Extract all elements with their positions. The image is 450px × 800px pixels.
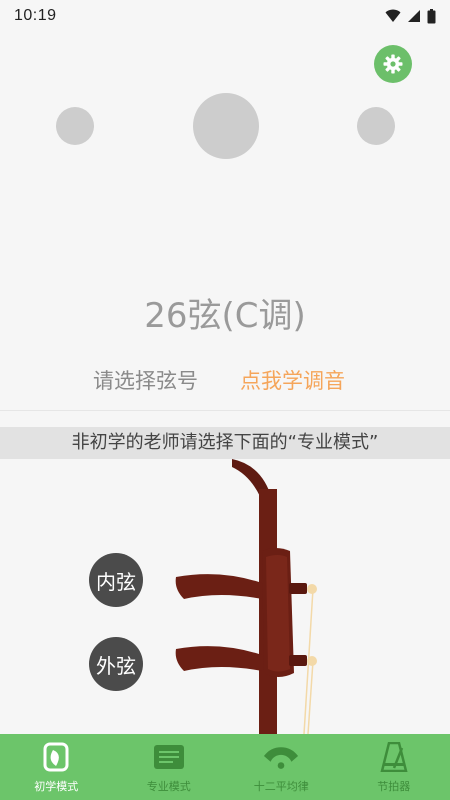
status-icons: [385, 8, 436, 24]
in-tune-indicator: [193, 93, 259, 159]
inner-string-button[interactable]: 内弦: [89, 553, 143, 607]
tab-label: 十二平均律: [253, 780, 309, 793]
tab-label: 节拍器: [377, 780, 411, 793]
outer-string-button[interactable]: 外弦: [89, 637, 143, 691]
inner-string-label: 内弦: [96, 569, 136, 594]
tab-twelve-tone[interactable]: 十二平均律: [225, 734, 338, 800]
select-string-label: 请选择弦号: [93, 369, 198, 393]
bottom-tab-bar: 初学模式 专业模式 十二平均律 节拍器: [0, 734, 450, 800]
tab-professional-mode[interactable]: 专业模式: [113, 734, 226, 800]
learn-tuning-link[interactable]: 点我学调音: [240, 365, 345, 395]
cellular-signal-icon: [408, 10, 420, 22]
tab-label: 专业模式: [146, 780, 191, 793]
erhu-illustration: [175, 459, 317, 734]
divider: [0, 410, 450, 411]
lower-peg: [175, 646, 262, 671]
wifi-icon: [385, 9, 401, 22]
tab-label: 初学模式: [34, 780, 79, 793]
fan-gauge-icon: [263, 741, 299, 773]
string-select-row: 请选择弦号 点我学调音: [0, 365, 450, 397]
note-card-icon: [151, 741, 187, 773]
pro-mode-notice: 非初学的老师请选择下面的“专业模式”: [0, 427, 450, 459]
tab-metronome[interactable]: 节拍器: [338, 734, 450, 800]
inner-string-line: [307, 660, 314, 734]
settings-button[interactable]: [374, 45, 412, 83]
battery-icon: [427, 8, 436, 23]
sharp-indicator: [357, 107, 395, 145]
outer-string-label: 外弦: [96, 653, 136, 678]
gear-icon: [383, 54, 403, 74]
tab-beginner-mode[interactable]: 初学模式: [0, 734, 113, 800]
current-string-label: 26弦(C调): [144, 296, 306, 336]
metronome-icon: [376, 741, 412, 773]
flat-indicator: [56, 107, 94, 145]
status-bar: 10:19: [0, 0, 450, 32]
status-time: 10:19: [14, 7, 57, 24]
leaf-doc-icon: [38, 741, 74, 773]
upper-peg: [175, 574, 262, 599]
